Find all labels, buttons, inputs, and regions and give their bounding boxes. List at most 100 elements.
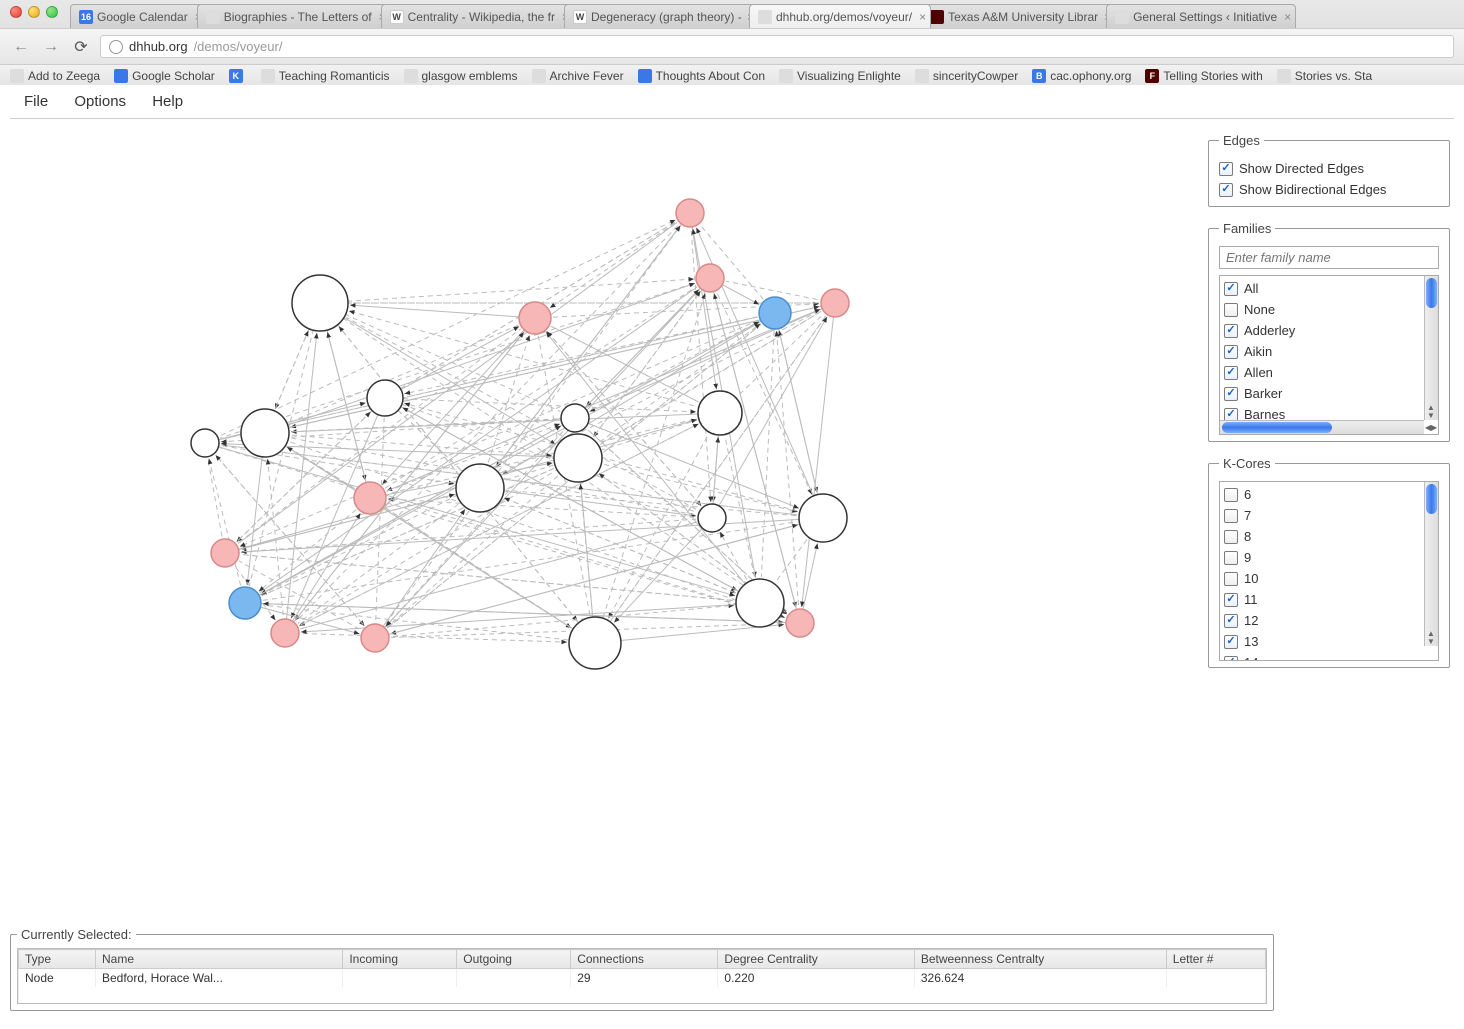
- kcore-checkbox[interactable]: [1224, 593, 1238, 607]
- bookmark-item[interactable]: Google Scholar: [114, 69, 215, 83]
- graph-node[interactable]: [759, 297, 791, 329]
- bookmark-item[interactable]: K: [229, 69, 247, 83]
- kcore-item[interactable]: 9: [1224, 547, 1434, 568]
- graph-node[interactable]: [569, 617, 621, 669]
- families-scrollbar-v[interactable]: [1424, 276, 1438, 420]
- kcore-checkbox[interactable]: [1224, 572, 1238, 586]
- family-checkbox[interactable]: [1224, 324, 1238, 338]
- kcore-checkbox[interactable]: [1224, 488, 1238, 502]
- families-list[interactable]: AllNoneAdderleyAikinAllenBarkerBarnesBed…: [1219, 275, 1439, 435]
- kcore-item[interactable]: 8: [1224, 526, 1434, 547]
- graph-node[interactable]: [292, 275, 348, 331]
- bookmark-item[interactable]: Thoughts About Con: [638, 69, 765, 83]
- menu-options[interactable]: Options: [74, 93, 126, 110]
- kcore-item[interactable]: 14: [1224, 652, 1434, 661]
- family-checkbox[interactable]: [1224, 345, 1238, 359]
- bookmark-item[interactable]: Stories vs. Sta: [1277, 69, 1372, 83]
- graph-node[interactable]: [519, 302, 551, 334]
- bookmark-item[interactable]: sincerityCowper: [915, 69, 1018, 83]
- family-checkbox[interactable]: [1224, 366, 1238, 380]
- browser-tab[interactable]: dhhub.org/demos/voyeur/×: [749, 4, 931, 28]
- graph-node[interactable]: [456, 464, 504, 512]
- kcore-checkbox[interactable]: [1224, 551, 1238, 565]
- kcore-item[interactable]: 10: [1224, 568, 1434, 589]
- back-button[interactable]: ←: [10, 36, 32, 58]
- kcore-item[interactable]: 13: [1224, 631, 1434, 652]
- zoom-window-button[interactable]: [46, 6, 58, 18]
- graph-node[interactable]: [821, 289, 849, 317]
- graph-node[interactable]: [799, 494, 847, 542]
- kcore-item[interactable]: 7: [1224, 505, 1434, 526]
- graph-node[interactable]: [561, 404, 589, 432]
- column-header[interactable]: Letter #: [1166, 950, 1265, 969]
- graph-node[interactable]: [786, 609, 814, 637]
- kcore-checkbox[interactable]: [1224, 509, 1238, 523]
- close-icon[interactable]: ×: [919, 10, 926, 24]
- graph-node[interactable]: [698, 391, 742, 435]
- column-header[interactable]: Incoming: [343, 950, 457, 969]
- close-window-button[interactable]: [10, 6, 22, 18]
- column-header[interactable]: Connections: [571, 950, 718, 969]
- family-checkbox[interactable]: [1224, 282, 1238, 296]
- graph-node[interactable]: [676, 199, 704, 227]
- kcore-item[interactable]: 11: [1224, 589, 1434, 610]
- bookmark-item[interactable]: Add to Zeega: [10, 69, 100, 83]
- minimize-window-button[interactable]: [28, 6, 40, 18]
- kcores-scrollbar-v[interactable]: [1424, 482, 1438, 646]
- graph-node[interactable]: [211, 539, 239, 567]
- browser-tab[interactable]: Biographies - The Letters of×: [197, 4, 391, 28]
- kcore-checkbox[interactable]: [1224, 530, 1238, 544]
- browser-tab[interactable]: WDegeneracy (graph theory) -×: [564, 4, 759, 28]
- bookmark-item[interactable]: Teaching Romanticis: [261, 69, 390, 83]
- family-item[interactable]: Adderley: [1224, 320, 1434, 341]
- kcore-item[interactable]: 6: [1224, 484, 1434, 505]
- kcore-item[interactable]: 12: [1224, 610, 1434, 631]
- family-item[interactable]: Allen: [1224, 362, 1434, 383]
- families-scrollbar-h[interactable]: [1220, 420, 1424, 434]
- family-name-input[interactable]: [1219, 246, 1439, 269]
- column-header[interactable]: Betweenness Centralty: [914, 950, 1166, 969]
- graph-node[interactable]: [696, 264, 724, 292]
- graph-node[interactable]: [229, 587, 261, 619]
- graph-node[interactable]: [191, 429, 219, 457]
- graph-node[interactable]: [271, 619, 299, 647]
- menu-file[interactable]: File: [24, 93, 48, 110]
- browser-tab[interactable]: Texas A&M University Librar×: [921, 4, 1116, 28]
- show-directed-edges-checkbox[interactable]: [1219, 162, 1233, 176]
- browser-tab[interactable]: 16Google Calendar×: [70, 4, 207, 28]
- scroll-arrows-h[interactable]: ◀▶: [1424, 420, 1438, 434]
- kcores-list[interactable]: 67891011121314 ▲▼: [1219, 481, 1439, 661]
- browser-tab[interactable]: WCentrality - Wikipedia, the fr×: [381, 4, 574, 28]
- graph-node[interactable]: [698, 504, 726, 532]
- graph-node[interactable]: [554, 434, 602, 482]
- bookmark-item[interactable]: glasgow emblems: [404, 69, 518, 83]
- kcore-checkbox[interactable]: [1224, 614, 1238, 628]
- menu-help[interactable]: Help: [152, 93, 183, 110]
- address-bar[interactable]: dhhub.org/demos/voyeur/: [100, 35, 1454, 58]
- bookmark-item[interactable]: Visualizing Enlighte: [779, 69, 901, 83]
- bookmark-item[interactable]: Archive Fever: [532, 69, 624, 83]
- graph-node[interactable]: [241, 409, 289, 457]
- family-item[interactable]: None: [1224, 299, 1434, 320]
- kcore-checkbox[interactable]: [1224, 656, 1238, 662]
- column-header[interactable]: Type: [19, 950, 96, 969]
- graph-node[interactable]: [736, 579, 784, 627]
- column-header[interactable]: Outgoing: [457, 950, 571, 969]
- browser-tab[interactable]: General Settings ‹ Initiative×: [1106, 4, 1296, 28]
- reload-button[interactable]: ⟳: [70, 36, 92, 58]
- column-header[interactable]: Name: [95, 950, 342, 969]
- kcores-scroll-arrows-v[interactable]: ▲▼: [1424, 630, 1438, 646]
- family-item[interactable]: Aikin: [1224, 341, 1434, 362]
- column-header[interactable]: Degree Centrality: [718, 950, 914, 969]
- bookmark-item[interactable]: FTelling Stories with: [1145, 69, 1262, 83]
- show-bidir-edges-checkbox[interactable]: [1219, 183, 1233, 197]
- graph-node[interactable]: [361, 624, 389, 652]
- graph-node[interactable]: [367, 380, 403, 416]
- kcore-checkbox[interactable]: [1224, 635, 1238, 649]
- close-icon[interactable]: ×: [1284, 10, 1291, 24]
- family-checkbox[interactable]: [1224, 387, 1238, 401]
- scroll-arrows-v[interactable]: ▲▼: [1424, 404, 1438, 420]
- family-item[interactable]: All: [1224, 278, 1434, 299]
- network-graph[interactable]: [0, 123, 1204, 909]
- forward-button[interactable]: →: [40, 36, 62, 58]
